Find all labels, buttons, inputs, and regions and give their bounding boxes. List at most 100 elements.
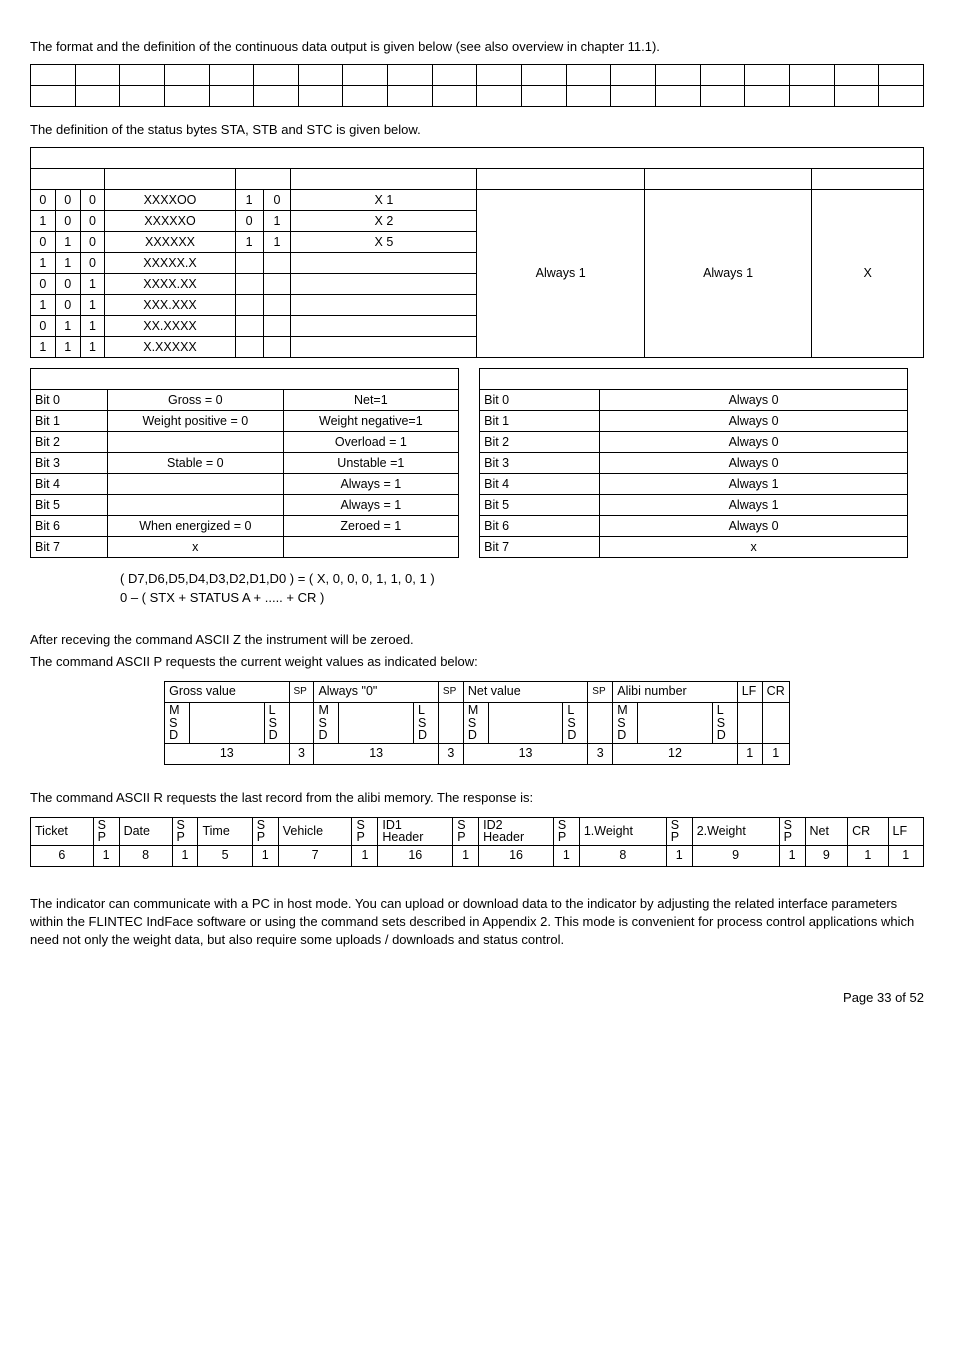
req-hdr: Alibi number xyxy=(613,682,737,703)
bits-cell: Always 0 xyxy=(599,411,907,432)
req-hdr: SP xyxy=(588,682,613,703)
frame-cell xyxy=(611,86,656,107)
status-cell: 1 xyxy=(235,232,263,253)
footer-text: The indicator can communicate with a PC … xyxy=(30,895,924,950)
status-cell: X 5 xyxy=(291,232,477,253)
frame-cell xyxy=(164,65,209,86)
bits-cell: Always 0 xyxy=(599,390,907,411)
frame-cell xyxy=(611,65,656,86)
resp-hdr: S P xyxy=(779,817,805,845)
frame-cell xyxy=(745,65,790,86)
req-hdr: CR xyxy=(762,682,789,703)
status-always-a: Always 1 xyxy=(477,190,644,358)
bits-cell: Bit 6 xyxy=(480,516,600,537)
status-cell: 0 xyxy=(31,232,56,253)
resp-hdr: S P xyxy=(93,817,119,845)
frame-cell xyxy=(789,65,834,86)
bits-cell: Gross = 0 xyxy=(108,390,284,411)
status-col-hdr xyxy=(105,169,235,190)
req-blank xyxy=(289,703,314,744)
req-val: 13 xyxy=(314,743,438,764)
bits-cell: Always 1 xyxy=(599,474,907,495)
status-cell: 1 xyxy=(55,316,80,337)
frame-cell xyxy=(522,86,567,107)
bits-cell xyxy=(108,474,284,495)
frame-cell xyxy=(700,65,745,86)
req-val: 3 xyxy=(289,743,314,764)
frame-cell xyxy=(31,65,76,86)
req-hdr: Gross value xyxy=(165,682,289,703)
frame-table xyxy=(30,64,924,107)
status-cell: XXXXX.X xyxy=(105,253,235,274)
resp-hdr: S P xyxy=(352,817,378,845)
status-cell: XXXXOO xyxy=(105,190,235,211)
frame-cell xyxy=(254,86,299,107)
status-always-b: Always 1 xyxy=(644,190,811,358)
frame-cell xyxy=(120,65,165,86)
status-cell xyxy=(235,316,263,337)
resp-hdr: S P xyxy=(666,817,692,845)
request-table: Gross value SP Always "0" SP Net value S… xyxy=(164,681,790,765)
frame-cell xyxy=(254,65,299,86)
req-val: 3 xyxy=(588,743,613,764)
frame-cell xyxy=(164,86,209,107)
bits-cell: Bit 7 xyxy=(480,537,600,558)
bits-cell: Stable = 0 xyxy=(108,453,284,474)
status-cell: 1 xyxy=(80,337,105,358)
status-cell xyxy=(235,274,263,295)
frame-cell xyxy=(879,86,924,107)
resp-val: 9 xyxy=(805,845,848,866)
resp-hdr: Vehicle xyxy=(278,817,352,845)
response-table: Ticket S P Date S P Time S P Vehicle S P… xyxy=(30,817,924,867)
frame-cell xyxy=(834,65,879,86)
resp-hdr: LF xyxy=(888,817,923,845)
resp-val: 1 xyxy=(352,845,378,866)
response-intro: The command ASCII R requests the last re… xyxy=(30,789,924,807)
bits-cell: Always 1 xyxy=(599,495,907,516)
bits-cell: Bit 3 xyxy=(480,453,600,474)
bits-cell: Bit 3 xyxy=(31,453,108,474)
status-col-hdr xyxy=(235,169,291,190)
frame-cell xyxy=(879,65,924,86)
resp-val: 16 xyxy=(378,845,453,866)
resp-val: 7 xyxy=(278,845,352,866)
resp-val: 8 xyxy=(579,845,666,866)
status-cell: 1 xyxy=(31,337,56,358)
bits-cell: Net=1 xyxy=(283,390,459,411)
resp-hdr: 2.Weight xyxy=(692,817,779,845)
resp-val: 1 xyxy=(252,845,278,866)
resp-hdr: Net xyxy=(805,817,848,845)
resp-val: 1 xyxy=(666,845,692,866)
status-cell: 0 xyxy=(235,211,263,232)
frame-cell xyxy=(655,65,700,86)
status-cell: 1 xyxy=(80,316,105,337)
status-table: 0 0 0 XXXXOO 1 0 X 1 Always 1 Always 1 X… xyxy=(30,147,924,358)
status-cell: 1 xyxy=(80,274,105,295)
frame-cell xyxy=(566,65,611,86)
resp-val: 6 xyxy=(31,845,94,866)
bits-cell: Bit 1 xyxy=(31,411,108,432)
resp-val: 1 xyxy=(93,845,119,866)
status-cell: 1 xyxy=(263,232,291,253)
status-col-hdr xyxy=(31,169,105,190)
status-cell xyxy=(291,253,477,274)
status-cell: XX.XXXX xyxy=(105,316,235,337)
frame-cell xyxy=(209,65,254,86)
bits-cell: Bit 4 xyxy=(31,474,108,495)
status-cell: 0 xyxy=(31,274,56,295)
intro-text-1: The format and the definition of the con… xyxy=(30,38,924,56)
status-cell: XXX.XXX xyxy=(105,295,235,316)
status-cell xyxy=(235,295,263,316)
bits-cell xyxy=(108,432,284,453)
resp-val: 1 xyxy=(453,845,479,866)
req-hdr: SP xyxy=(289,682,314,703)
frame-cell xyxy=(432,65,477,86)
frame-cell xyxy=(31,86,76,107)
status-cell: 0 xyxy=(55,295,80,316)
req-hdr: SP xyxy=(438,682,463,703)
frame-cell xyxy=(477,86,522,107)
req-val: 3 xyxy=(438,743,463,764)
after-text-2: The command ASCII P requests the current… xyxy=(30,653,924,671)
req-val: 12 xyxy=(613,743,737,764)
bits-cell: Bit 5 xyxy=(31,495,108,516)
